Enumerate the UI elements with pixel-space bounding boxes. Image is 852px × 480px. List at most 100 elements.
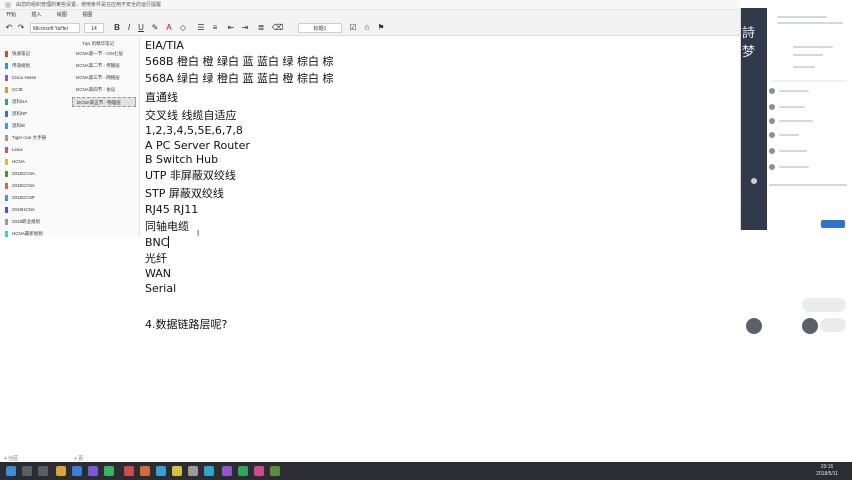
font-color-icon[interactable]: A: [164, 23, 174, 33]
section-item[interactable]: HCNA最新视频: [3, 229, 67, 239]
app-icon[interactable]: [156, 466, 166, 476]
note-line: 同轴电缆: [145, 220, 189, 233]
section-item[interactable]: 思科NA: [3, 97, 67, 107]
app-icon[interactable]: [124, 466, 134, 476]
text-caret: [168, 236, 169, 248]
style-select[interactable]: 标题1: [298, 23, 342, 33]
section-item[interactable]: HCNA: [3, 157, 67, 167]
font-size-select[interactable]: 14: [84, 23, 104, 33]
chat-bubble[interactable]: [820, 318, 846, 332]
onenote-icon[interactable]: [88, 466, 98, 476]
notification-bar: 由您的组织管理的某些设置。使用条件是在应用不安全的运行提醒: [0, 0, 740, 10]
app-icon[interactable]: [222, 466, 232, 476]
note-line: Serial: [145, 282, 177, 295]
align-icon[interactable]: ≣: [256, 23, 266, 33]
app-icon[interactable]: [104, 466, 114, 476]
redo-icon[interactable]: ↷: [16, 23, 26, 33]
note-line: UTP 非屏蔽双绞线: [145, 169, 236, 182]
explorer-icon[interactable]: [56, 466, 66, 476]
highlight-icon[interactable]: ✎: [150, 23, 160, 33]
chat-bubble[interactable]: [802, 298, 846, 312]
section-item[interactable]: 快速笔记: [3, 49, 67, 59]
note-line: 568A 绿白 绿 橙白 蓝 蓝白 橙 棕白 棕: [145, 72, 334, 85]
bullet-list-icon[interactable]: ☰: [196, 23, 206, 33]
browser-icon[interactable]: [72, 466, 82, 476]
send-button[interactable]: [821, 220, 845, 228]
tag-icon[interactable]: ⚑: [376, 23, 386, 33]
notebook-sidebar: Tips 的精华笔记 快速笔记 传递规划 Cisco Notes CCIE 思科…: [0, 37, 140, 237]
clock[interactable]: 20:16 2018/5/11: [816, 464, 838, 478]
section-item[interactable]: 传递规划: [3, 61, 67, 71]
italic-icon[interactable]: I: [124, 23, 134, 33]
page-item-selected[interactable]: DCNA第五节 - 物理层: [72, 97, 136, 107]
undo-icon[interactable]: ↶: [4, 23, 14, 33]
note-line: B Switch Hub: [145, 153, 219, 166]
tab-home[interactable]: 开始: [6, 10, 16, 20]
section-item[interactable]: 2018HCNA: [3, 205, 67, 215]
section-item[interactable]: 2018CCNA: [3, 169, 67, 179]
chat-avatar[interactable]: [746, 318, 762, 334]
note-line: 光纤: [145, 252, 167, 265]
clear-format-icon[interactable]: ◇: [178, 23, 188, 33]
section-item[interactable]: 2018CCNA: [3, 181, 67, 191]
section-item[interactable]: Cisco Notes: [3, 73, 67, 83]
settings-icon[interactable]: [751, 178, 757, 184]
user-avatar-icon[interactable]: [769, 132, 775, 138]
note-line: 568B 橙白 橙 绿白 蓝 蓝白 绿 棕白 棕: [145, 55, 334, 68]
section-item[interactable]: 2018CCNP: [3, 193, 67, 203]
user-avatar-icon[interactable]: [769, 104, 775, 110]
indent-icon[interactable]: ⇥: [240, 23, 250, 33]
section-item[interactable]: 2018职业规划: [3, 217, 67, 227]
font-family-select[interactable]: Microsoft YaHei: [30, 23, 80, 33]
add-section-button[interactable]: + 分区: [4, 455, 18, 462]
underline-icon[interactable]: U: [136, 23, 146, 33]
star-icon[interactable]: ☆: [362, 23, 372, 33]
section-item[interactable]: 思科NP: [3, 109, 67, 119]
note-line: 直通线: [145, 91, 178, 104]
tab-draw[interactable]: 绘图: [57, 10, 67, 20]
erase-icon[interactable]: ⌫: [272, 23, 283, 33]
section-item[interactable]: Linux: [3, 145, 67, 155]
section-item[interactable]: Tiger ccie 大手册: [3, 133, 67, 143]
add-page-button[interactable]: + 页: [74, 455, 83, 462]
note-line: WAN: [145, 267, 172, 280]
numbered-list-icon[interactable]: ≡: [210, 23, 220, 33]
formatting-toolbar: ↶ ↷ Microsoft YaHei 14 B I U ✎ A ◇ ☰ ≡ ⇤…: [0, 20, 740, 36]
pages-header: Tips 的精华笔记: [82, 41, 115, 46]
start-icon[interactable]: [6, 466, 16, 476]
app-icon[interactable]: [254, 466, 264, 476]
user-avatar-icon[interactable]: [769, 148, 775, 154]
app-icon[interactable]: [204, 466, 214, 476]
user-avatar-icon[interactable]: [769, 88, 775, 94]
page-item[interactable]: DCNA第二节 - 传输层: [72, 61, 136, 71]
side-app-title: 詩梦: [742, 26, 756, 60]
page-item[interactable]: DCNA第三节 - 网络层: [72, 73, 136, 83]
chat-avatar[interactable]: [802, 318, 818, 334]
user-avatar-icon[interactable]: [769, 118, 775, 124]
outdent-icon[interactable]: ⇤: [226, 23, 236, 33]
note-line: EIA/TIA: [145, 39, 184, 52]
page-item[interactable]: DCNA第四节 - 协议: [72, 85, 136, 95]
app-icon[interactable]: [270, 466, 280, 476]
app-icon[interactable]: [140, 466, 150, 476]
app-icon[interactable]: [172, 466, 182, 476]
check-icon[interactable]: ☑: [348, 23, 358, 33]
section-item[interactable]: 思科IE: [3, 121, 67, 131]
side-app-rail: 詩梦: [741, 8, 767, 230]
task-view-icon[interactable]: [38, 466, 48, 476]
app-icon[interactable]: [238, 466, 248, 476]
search-icon[interactable]: [22, 466, 32, 476]
bold-icon[interactable]: B: [112, 23, 122, 33]
tab-insert[interactable]: 插入: [31, 10, 41, 20]
tab-view[interactable]: 视图: [82, 10, 92, 20]
note-line: BNC: [145, 236, 169, 249]
page-item[interactable]: DCNA第一节 - OSI七层: [72, 49, 136, 59]
note-line: 1,2,3,4,5,5E,6,7,8: [145, 124, 243, 137]
user-avatar-icon[interactable]: [769, 164, 775, 170]
app-icon[interactable]: [188, 466, 198, 476]
note-line: 交叉线 线缆自适应: [145, 109, 237, 122]
notification-text: 由您的组织管理的某些设置。使用条件是在应用不安全的运行提醒: [16, 2, 162, 8]
section-item[interactable]: CCIE: [3, 85, 67, 95]
note-line: 4.数据链路层呢?: [145, 318, 228, 331]
note-line: STP 屏蔽双绞线: [145, 187, 224, 200]
